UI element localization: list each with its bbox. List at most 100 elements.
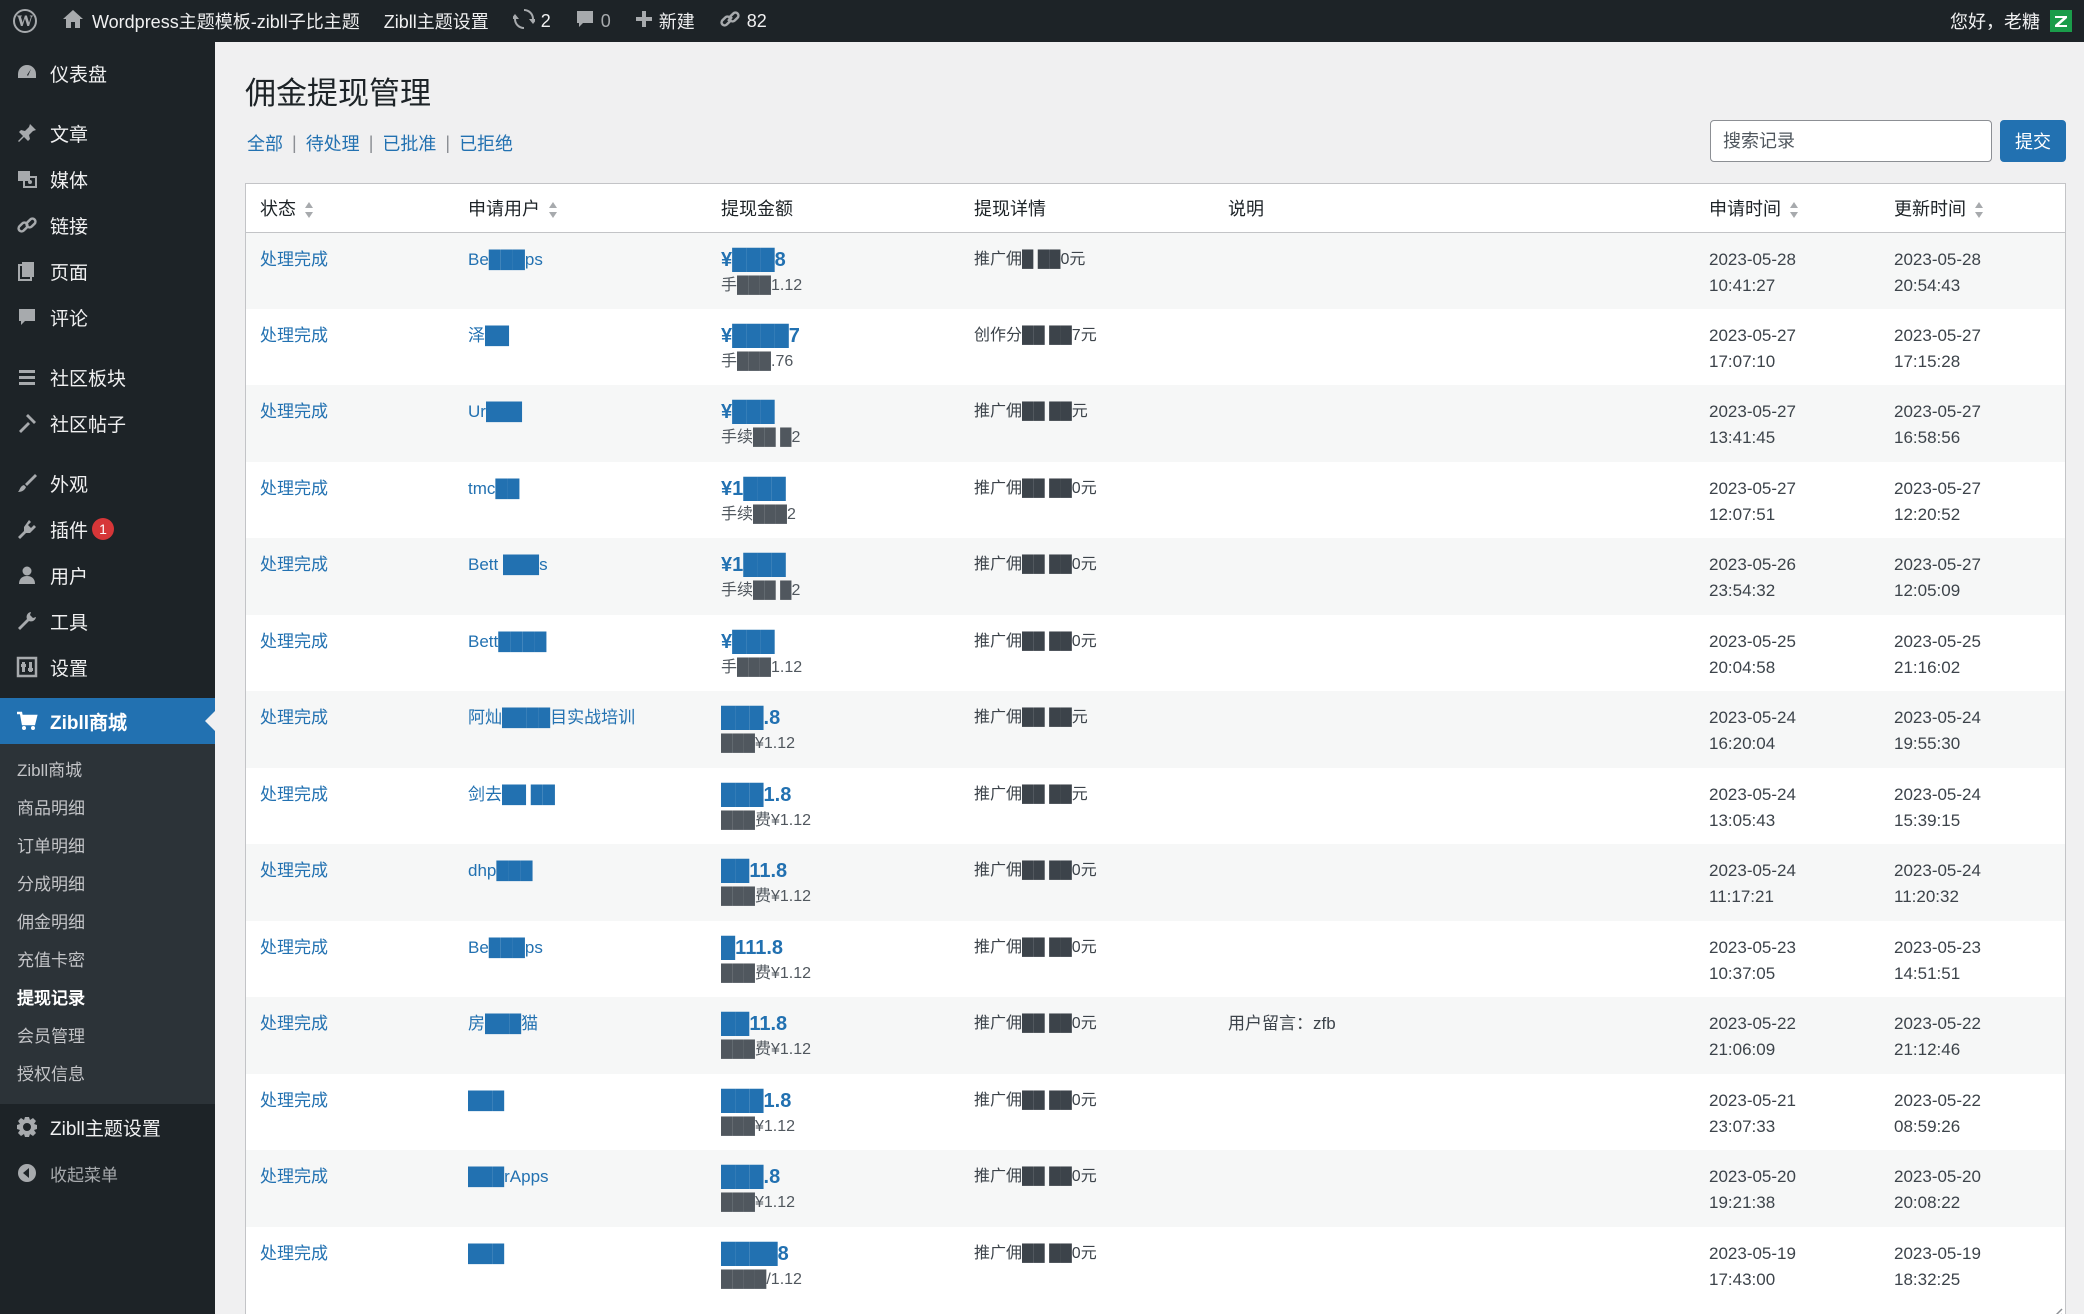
submit-button[interactable]: 提交: [2000, 120, 2066, 162]
user-link[interactable]: Bett████: [468, 632, 546, 651]
applied-time: 13:41:45: [1709, 428, 1776, 447]
updated-time: 21:16:02: [1894, 657, 1961, 677]
theme-settings-link[interactable]: Zibll主题设置: [372, 0, 501, 42]
submenu-product-details[interactable]: 商品明细: [0, 790, 215, 828]
detail-cell: 推广佣██ ██0元: [960, 615, 1214, 692]
menu-appearance[interactable]: 外观: [0, 460, 215, 506]
status-link[interactable]: 处理完成: [260, 326, 328, 345]
user-link[interactable]: Be███ps: [468, 938, 543, 957]
detail-cell: 推广佣██ ██0元: [960, 997, 1214, 1074]
status-link[interactable]: 处理完成: [260, 479, 328, 498]
detail-cell: 推广佣██ ██0元: [960, 1074, 1214, 1151]
site-name-link[interactable]: Wordpress主题模板-zibll子比主题: [50, 0, 372, 42]
user-link[interactable]: 剑去██ ██: [468, 785, 555, 804]
fee-value: 手续██ █2: [721, 429, 801, 446]
user-link[interactable]: 泽██: [468, 326, 509, 345]
column-header-applied-time[interactable]: 申请时间: [1695, 184, 1880, 233]
user-link[interactable]: Ur███: [468, 402, 522, 421]
menu-links[interactable]: 链接: [0, 202, 215, 248]
plus-icon: [635, 10, 653, 33]
status-link[interactable]: 处理完成: [260, 250, 328, 269]
submenu-recharge-cards[interactable]: 充值卡密: [0, 942, 215, 980]
submenu-commission-details[interactable]: 佣金明细: [0, 904, 215, 942]
submenu-member-management[interactable]: 会员管理: [0, 1018, 215, 1056]
menu-dashboard[interactable]: 仪表盘: [0, 50, 215, 96]
link-icon: [719, 8, 741, 35]
menu-posts[interactable]: 文章: [0, 110, 215, 156]
user-link[interactable]: 房███猫: [468, 1014, 538, 1033]
fee-value: ████/1.12: [721, 1270, 802, 1288]
status-link[interactable]: 处理完成: [260, 785, 328, 804]
user-cell: 泽██: [454, 309, 707, 386]
menu-media[interactable]: 媒体: [0, 156, 215, 202]
status-link[interactable]: 处理完成: [260, 861, 328, 880]
submenu-withdraw-records[interactable]: 提现记录: [0, 980, 215, 1018]
user-link[interactable]: dhp███: [468, 861, 533, 880]
status-link[interactable]: 处理完成: [260, 1014, 328, 1033]
status-link[interactable]: 处理完成: [260, 1091, 328, 1110]
user-link[interactable]: 阿灿████目实战培训: [468, 708, 635, 727]
user-link[interactable]: ███: [468, 1091, 504, 1110]
menu-forum-posts[interactable]: 社区帖子: [0, 400, 215, 446]
column-header-updated-time[interactable]: 更新时间: [1880, 184, 2065, 233]
new-content-link[interactable]: 新建: [623, 0, 707, 42]
user-link[interactable]: ███rApps: [468, 1167, 549, 1186]
column-header-user[interactable]: 申请用户: [454, 184, 707, 233]
wordpress-logo-icon[interactable]: W: [0, 0, 50, 42]
detail-text: 推广佣██ ██0元: [974, 1091, 1097, 1109]
updates-link[interactable]: 2: [501, 0, 563, 42]
status-link[interactable]: 处理完成: [260, 938, 328, 957]
submenu-order-details[interactable]: 订单明细: [0, 828, 215, 866]
user-link[interactable]: Be███ps: [468, 250, 543, 269]
amount-value: ██11.8: [721, 860, 788, 882]
comments-link[interactable]: 0: [563, 0, 623, 42]
note-cell: [1214, 462, 1695, 539]
my-account-link[interactable]: 您好，老糖: [1938, 0, 2084, 42]
menu-label: 评论: [50, 308, 89, 330]
detail-cell: 创作分██ ██7元: [960, 309, 1214, 386]
user-link[interactable]: Bett ███s: [468, 555, 548, 574]
note-cell: [1214, 768, 1695, 845]
menu-zibll-theme-settings[interactable]: Zibll主题设置: [0, 1104, 215, 1150]
applied-time: 17:43:00: [1709, 1269, 1776, 1289]
sort-icon: [548, 201, 558, 219]
submenu-zibll-shop[interactable]: Zibll商城: [0, 752, 215, 790]
column-header-status[interactable]: 状态: [246, 184, 454, 233]
submenu-license-info[interactable]: 授权信息: [0, 1056, 215, 1094]
menu-zibll-shop[interactable]: Zibll商城: [0, 698, 215, 744]
status-link[interactable]: 处理完成: [260, 402, 328, 421]
links-link[interactable]: 82: [707, 0, 779, 42]
menu-settings[interactable]: 设置: [0, 644, 215, 690]
filter-all[interactable]: 全部: [247, 130, 283, 156]
status-link[interactable]: 处理完成: [260, 708, 328, 727]
resize-grip-icon[interactable]: [2049, 1306, 2063, 1314]
menu-comments[interactable]: 评论: [0, 294, 215, 340]
status-link[interactable]: 处理完成: [260, 555, 328, 574]
menu-tools[interactable]: 工具: [0, 598, 215, 644]
updated-time: 16:58:56: [1894, 428, 1961, 447]
status-link[interactable]: 处理完成: [260, 1167, 328, 1186]
updated-time-cell: 2023-05-19 18:32:25: [1880, 1227, 2065, 1304]
user-cell: ███: [454, 1074, 707, 1151]
collapse-menu-button[interactable]: 收起菜单: [0, 1150, 215, 1196]
menu-users[interactable]: 用户: [0, 552, 215, 598]
search-input[interactable]: [1710, 120, 1992, 162]
menu-plugins[interactable]: 插件 1: [0, 506, 215, 552]
status-link[interactable]: 处理完成: [260, 1244, 328, 1263]
filter-approved[interactable]: 已批准: [382, 130, 436, 156]
status-link[interactable]: 处理完成: [260, 632, 328, 651]
table-row: 处理完成 tmc██ ¥1███ 手续███2 推广佣██ ██0元 2023-05-27…: [246, 462, 2065, 539]
submenu-split-details[interactable]: 分成明细: [0, 866, 215, 904]
filter-pending[interactable]: 待处理: [306, 130, 360, 156]
plugin-update-badge: 1: [92, 518, 115, 540]
menu-pages[interactable]: 页面: [0, 248, 215, 294]
amount-cell: ██11.8 ███费¥1.12: [707, 997, 960, 1074]
user-link[interactable]: ███: [468, 1244, 504, 1263]
note-cell: [1214, 691, 1695, 768]
filter-rejected[interactable]: 已拒绝: [459, 130, 513, 156]
updated-date: 2023-05-24: [1894, 708, 1981, 727]
amount-cell: █111.8 ███费¥1.12: [707, 921, 960, 998]
menu-forum-boards[interactable]: 社区板块: [0, 354, 215, 400]
user-link[interactable]: tmc██: [468, 479, 519, 498]
amount-value: ¥████7: [721, 324, 800, 347]
